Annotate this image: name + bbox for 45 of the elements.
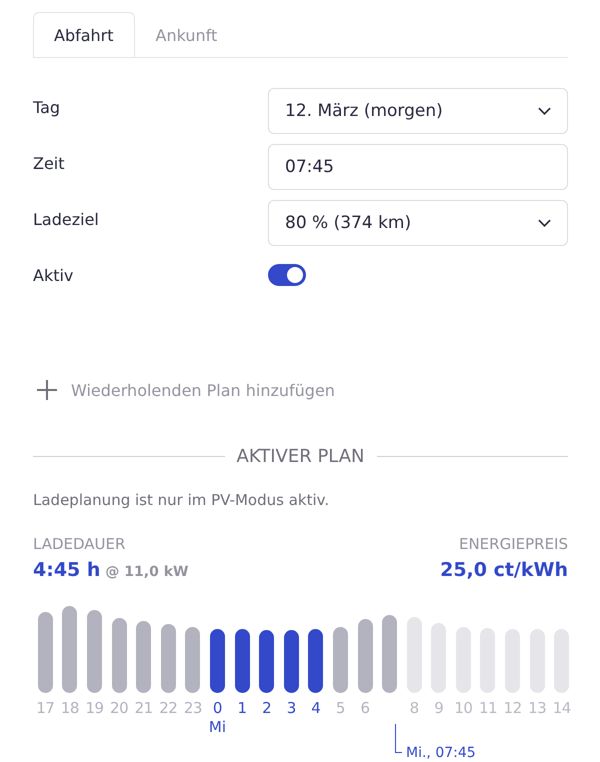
info-text: Ladeplanung ist nur im PV-Modus aktiv.	[33, 491, 330, 509]
dropdown-field[interactable]: 12. März (morgen)	[268, 88, 568, 134]
hour-label: 0	[212, 698, 222, 718]
field-label: Ladeziel	[33, 209, 100, 229]
leader-line	[395, 724, 402, 753]
hour-label: 1	[238, 698, 247, 718]
chevron-down-icon	[538, 107, 551, 115]
field-label: Zeit	[33, 153, 66, 173]
hour-label: 2	[262, 698, 272, 718]
power-value: @ 11,0 kW	[105, 564, 188, 580]
stat-label: ENERGIEPREIS	[458, 535, 568, 553]
field-label: Aktiv	[33, 265, 74, 285]
hour-label: 20	[110, 698, 128, 718]
hour-label: 12	[504, 698, 522, 718]
hour-label: 23	[184, 698, 202, 718]
stat-label: LADEDAUER	[33, 535, 126, 553]
duration-value: 4:45 h	[33, 559, 100, 581]
plus-icon	[37, 380, 57, 400]
field-label: Tag	[33, 97, 62, 117]
price-value: 25,0 ct/kWh	[440, 559, 568, 581]
hour-label: 18	[60, 698, 79, 718]
tab[interactable]: Abfahrt	[33, 12, 135, 57]
hour-label: 22	[159, 698, 178, 718]
hour-label: 21	[134, 698, 153, 718]
section-heading: AKTIVER PLAN	[236, 446, 365, 467]
chevron-down-icon	[538, 219, 551, 227]
dropdown-field[interactable]: 80 % (374 km)	[268, 200, 568, 246]
dropdown-value: 12. März (morgen)	[285, 101, 443, 121]
time-input-field[interactable]: 07:45	[268, 144, 568, 190]
day-label: Mi	[208, 718, 226, 736]
hour-label: 3	[286, 698, 296, 718]
departure-marker-label: Mi., 07:45	[406, 745, 476, 761]
hour-label: 17	[36, 698, 54, 718]
hour-label: 4	[311, 698, 320, 718]
hour-label: 19	[85, 698, 104, 718]
hour-label: 8	[410, 698, 419, 718]
hour-label: 6	[360, 698, 370, 718]
toggle-switch[interactable]	[268, 264, 306, 286]
hour-label: 11	[478, 698, 498, 718]
hour-label: 13	[528, 698, 546, 718]
hour-label: 9	[434, 698, 444, 718]
dropdown-value: 80 % (374 km)	[285, 213, 412, 233]
hour-label: 10	[454, 698, 472, 718]
hour-label: 5	[336, 698, 345, 718]
hour-label: 14	[552, 698, 571, 718]
